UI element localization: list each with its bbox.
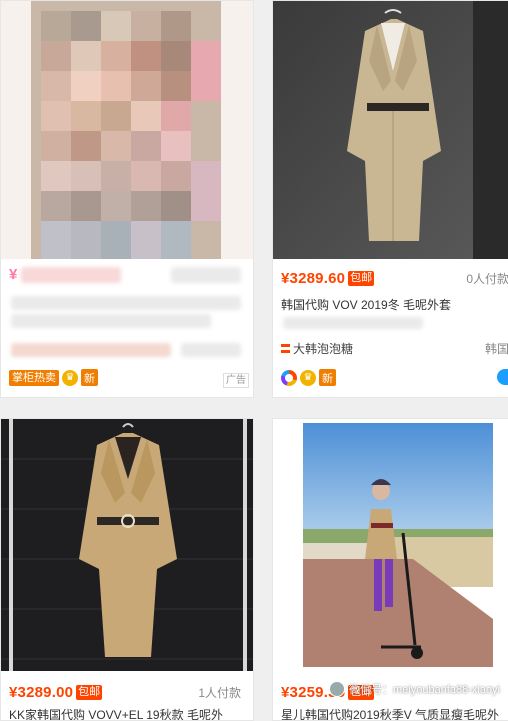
ad-label: 广告 [223, 373, 249, 388]
price: ¥3289.60 [281, 269, 346, 287]
watermark: 微信号：meiyoubanfa88-xiaoyi [328, 681, 500, 697]
crown-icon: ♛ [62, 369, 78, 386]
product-image[interactable] [273, 1, 508, 259]
new-badge: 新 [81, 369, 98, 386]
chat-icon[interactable] [497, 369, 508, 385]
free-shipping-tag: 包邮 [348, 270, 375, 286]
price: ¥3289.00 [9, 683, 74, 701]
blurred-location [181, 343, 241, 357]
watermark-text: 微信号：meiyoubanfa88-xiaoyi [348, 684, 500, 696]
product-image[interactable] [1, 419, 253, 671]
product-image-blurred[interactable] [1, 1, 253, 259]
shop-icon [281, 344, 290, 353]
payment-count: 0人付款 [466, 271, 508, 286]
location: 韩国 [484, 342, 508, 356]
price-row: ¥3289.00 包邮 1人付款 [9, 681, 253, 703]
product-card-4[interactable]: ¥3259.35 包邮 星儿韩国代购2019秋季V 气质显瘦毛呢外 [272, 418, 508, 721]
product-card-3[interactable]: ¥3289.00 包邮 1人付款 KK家韩国代购 VOVV+EL 19秋款 毛呢… [0, 418, 254, 721]
blurred-title-line2 [283, 317, 423, 329]
payment-count: 1人付款 [198, 685, 241, 700]
product-title[interactable]: 韩国代购 VOV 2019冬 毛呢外套 [281, 297, 508, 313]
shop-link[interactable]: 大韩泡泡糖 [281, 340, 353, 357]
blurred-extra [171, 267, 241, 283]
new-badge: 新 [319, 369, 336, 386]
blurred-shop [11, 343, 171, 357]
crown-icon: ♛ [300, 369, 316, 386]
blurred-title [11, 296, 241, 310]
hot-sale-badge: 掌柜热卖 [9, 369, 59, 386]
blurred-title-2 [11, 314, 211, 328]
product-card-2[interactable]: ¥3289.60 包邮 0人付款 韩国代购 VOV 2019冬 毛呢外套 大韩泡… [272, 0, 508, 398]
blurred-price [21, 267, 121, 283]
free-shipping-tag: 包邮 [76, 684, 103, 700]
product-card-1[interactable]: ¥ 掌柜热卖 ♛ 新 广告 [0, 0, 254, 398]
pixelated-image [1, 1, 253, 259]
wechat-logo-icon [328, 681, 345, 697]
coat-photo [273, 1, 508, 259]
price: ¥ [9, 265, 18, 283]
product-image[interactable] [273, 419, 508, 671]
price-row: ¥3289.60 包邮 0人付款 [281, 267, 508, 289]
coat-photo [1, 419, 253, 671]
shop-name: 大韩泡泡糖 [293, 342, 354, 356]
badge-row: ♛ 新 [281, 369, 336, 386]
badge-row: 掌柜热卖 ♛ 新 [9, 369, 98, 386]
scooter-photo [273, 419, 508, 671]
service-ring-icon [281, 369, 297, 386]
